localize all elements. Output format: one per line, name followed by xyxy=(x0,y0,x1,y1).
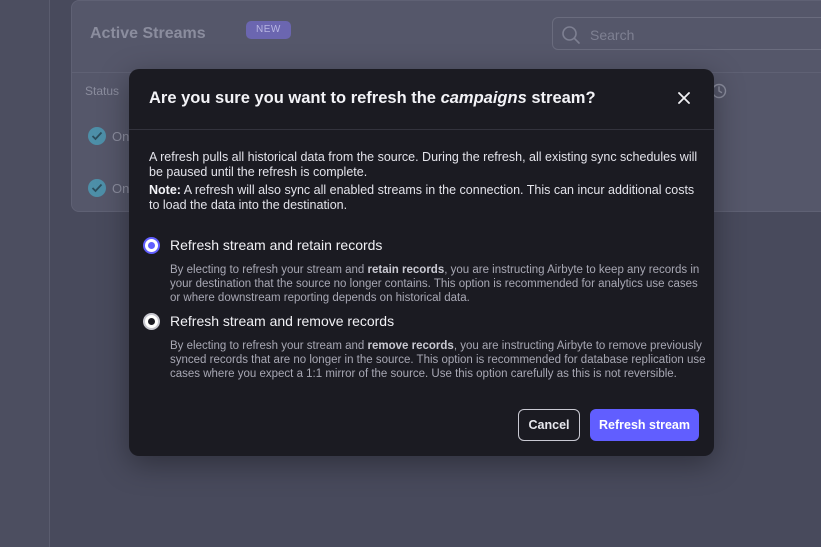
refresh-intro-text: A refresh pulls all historical data from… xyxy=(149,150,698,179)
close-button[interactable] xyxy=(674,90,694,110)
radio-remove-records[interactable] xyxy=(143,313,160,330)
check-circle-icon xyxy=(88,127,106,145)
refresh-stream-button[interactable]: Refresh stream xyxy=(590,409,699,441)
modal-title-prefix: Are you sure you want to refresh the xyxy=(149,89,441,107)
desc-bold: remove records xyxy=(367,340,454,352)
desc-text: By electing to refresh your stream and xyxy=(170,264,368,276)
table-row[interactable]: On xyxy=(88,179,129,197)
search-input[interactable]: Search xyxy=(552,17,821,50)
new-badge: NEW xyxy=(246,21,291,39)
search-icon xyxy=(561,25,581,50)
refresh-stream-modal: Are you sure you want to refresh the cam… xyxy=(129,69,714,456)
option-remove-label[interactable]: Refresh stream and remove records xyxy=(170,313,394,330)
row-status-text: On xyxy=(112,128,130,144)
row-status-text: On xyxy=(112,180,130,196)
option-retain-label[interactable]: Refresh stream and retain records xyxy=(170,237,382,254)
cancel-button[interactable]: Cancel xyxy=(518,409,580,441)
radio-retain-records[interactable] xyxy=(143,237,160,254)
modal-title-suffix: stream? xyxy=(526,89,596,107)
refresh-note: Note: A refresh will also sync all enabl… xyxy=(149,183,701,212)
option-remove-records[interactable]: Refresh stream and remove records By ele… xyxy=(143,313,705,382)
modal-header: Are you sure you want to refresh the cam… xyxy=(129,69,714,130)
table-row[interactable]: On xyxy=(88,127,129,145)
modal-title-stream-name: campaigns xyxy=(440,89,527,107)
desc-text: By electing to refresh your stream and xyxy=(170,340,368,352)
option-remove-description: By electing to refresh your stream and r… xyxy=(170,339,710,382)
status-column-header: Status xyxy=(85,84,120,98)
option-retain-description: By electing to refresh your stream and r… xyxy=(170,263,710,306)
page-title: Active Streams xyxy=(90,25,206,42)
search-placeholder: Search xyxy=(590,27,635,43)
option-retain-row[interactable]: Refresh stream and retain records xyxy=(143,237,695,255)
modal-title: Are you sure you want to refresh the cam… xyxy=(149,89,596,108)
sidebar xyxy=(0,0,50,547)
modal-body: A refresh pulls all historical data from… xyxy=(149,150,701,212)
option-remove-row[interactable]: Refresh stream and remove records xyxy=(143,313,695,331)
note-text: A refresh will also sync all enabled str… xyxy=(149,183,695,212)
option-retain-records[interactable]: Refresh stream and retain records By ele… xyxy=(143,237,699,306)
note-label: Note: xyxy=(149,183,181,197)
close-icon xyxy=(678,91,690,109)
check-circle-icon xyxy=(88,179,106,197)
desc-bold: retain records xyxy=(367,264,445,276)
